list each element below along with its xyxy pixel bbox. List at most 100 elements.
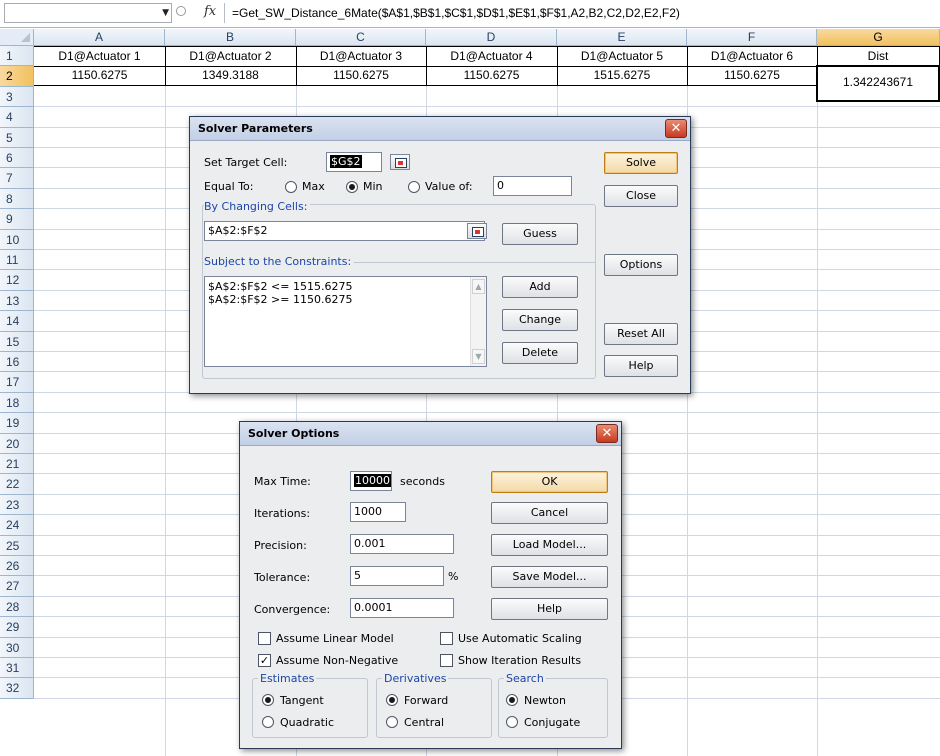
assume-linear-model-checkbox[interactable]	[258, 632, 271, 645]
cell-f2[interactable]: 1150.6275	[687, 66, 818, 86]
row-header-6[interactable]: 6	[0, 148, 34, 168]
collapse-dialog-icon[interactable]	[390, 154, 410, 170]
cell-d1[interactable]: D1@Actuator 4	[426, 46, 558, 67]
cell-e2[interactable]: 1515.6275	[557, 66, 688, 86]
cell-c1[interactable]: D1@Actuator 3	[296, 46, 427, 67]
dialog-titlebar[interactable]: Solver Parameters ✕	[190, 117, 690, 141]
list-item[interactable]: $A$2:$F$2 >= 1150.6275	[208, 293, 352, 306]
convergence-input[interactable]: 0.0001	[350, 598, 454, 618]
row-header-31[interactable]: 31	[0, 658, 34, 678]
formula-input[interactable]: =Get_SW_Distance_6Mate($A$1,$B$1,$C$1,$D…	[232, 6, 680, 20]
show-iteration-results-checkbox[interactable]	[440, 654, 453, 667]
conjugate-radio[interactable]	[506, 716, 518, 728]
row-header-14[interactable]: 14	[0, 311, 34, 332]
row-header-32[interactable]: 32	[0, 678, 34, 699]
select-all-corner[interactable]	[0, 29, 34, 46]
cell-g1[interactable]: Dist	[817, 46, 940, 67]
cell-e1[interactable]: D1@Actuator 5	[557, 46, 688, 67]
row-header-11[interactable]: 11	[0, 250, 34, 270]
cancel-button[interactable]: Cancel	[491, 502, 608, 524]
close-button[interactable]: Close	[604, 185, 678, 207]
scroll-up-icon[interactable]: ▲	[472, 279, 485, 294]
row-header-25[interactable]: 25	[0, 536, 34, 556]
row-header-16[interactable]: 16	[0, 352, 34, 372]
close-icon[interactable]: ✕	[665, 119, 687, 138]
cell-g2-active[interactable]: 1.342243671	[816, 65, 940, 102]
row-header-29[interactable]: 29	[0, 617, 34, 638]
max-time-input[interactable]: 10000	[350, 471, 392, 491]
column-header-a[interactable]: A	[34, 29, 165, 46]
scroll-down-icon[interactable]: ▼	[472, 349, 485, 364]
row-header-15[interactable]: 15	[0, 332, 34, 352]
row-header-3[interactable]: 3	[0, 87, 34, 107]
row-header-10[interactable]: 10	[0, 230, 34, 250]
cell-f1[interactable]: D1@Actuator 6	[687, 46, 818, 67]
max-radio[interactable]	[285, 181, 297, 193]
row-header-23[interactable]: 23	[0, 495, 34, 515]
dialog-titlebar[interactable]: Solver Options ✕	[240, 422, 621, 446]
ok-button[interactable]: OK	[491, 471, 608, 493]
row-header-30[interactable]: 30	[0, 638, 34, 658]
cell-a2[interactable]: 1150.6275	[34, 66, 166, 86]
solve-button[interactable]: Solve	[604, 152, 678, 174]
row-header-26[interactable]: 26	[0, 556, 34, 576]
value-of-input[interactable]: 0	[493, 176, 572, 196]
central-radio[interactable]	[386, 716, 398, 728]
save-model-button[interactable]: Save Model...	[491, 566, 608, 588]
column-header-d[interactable]: D	[426, 29, 557, 46]
tangent-radio[interactable]	[262, 694, 274, 706]
quadratic-radio[interactable]	[262, 716, 274, 728]
row-header-17[interactable]: 17	[0, 372, 34, 393]
column-header-c[interactable]: C	[296, 29, 426, 46]
close-icon[interactable]: ✕	[596, 424, 618, 443]
row-header-12[interactable]: 12	[0, 270, 34, 291]
row-header-7[interactable]: 7	[0, 168, 34, 189]
options-button[interactable]: Options	[604, 254, 678, 276]
row-header-18[interactable]: 18	[0, 393, 34, 413]
cell-d2[interactable]: 1150.6275	[426, 66, 558, 86]
newton-radio[interactable]	[506, 694, 518, 706]
help-button[interactable]: Help	[604, 355, 678, 377]
row-header-1[interactable]: 1	[0, 46, 34, 66]
cell-a1[interactable]: D1@Actuator 1	[34, 46, 166, 67]
row-header-13[interactable]: 13	[0, 291, 34, 311]
cell-b1[interactable]: D1@Actuator 2	[165, 46, 297, 67]
row-header-21[interactable]: 21	[0, 454, 34, 474]
row-header-2[interactable]: 2	[0, 66, 34, 87]
load-model-button[interactable]: Load Model...	[491, 534, 608, 556]
row-header-27[interactable]: 27	[0, 576, 34, 597]
column-header-g[interactable]: G	[817, 29, 940, 46]
delete-button[interactable]: Delete	[502, 342, 578, 364]
expand-icon[interactable]	[176, 6, 186, 16]
iterations-input[interactable]: 1000	[350, 502, 406, 522]
row-header-28[interactable]: 28	[0, 597, 34, 617]
name-box[interactable]: ▼	[4, 3, 172, 23]
add-button[interactable]: Add	[502, 276, 578, 298]
row-header-20[interactable]: 20	[0, 434, 34, 454]
reset-all-button[interactable]: Reset All	[604, 323, 678, 345]
change-button[interactable]: Change	[502, 309, 578, 331]
use-automatic-scaling-checkbox[interactable]	[440, 632, 453, 645]
row-header-9[interactable]: 9	[0, 209, 34, 230]
target-cell-input[interactable]: $G$2	[326, 152, 382, 172]
changing-cells-input[interactable]: $A$2:$F$2	[204, 221, 485, 241]
row-header-8[interactable]: 8	[0, 189, 34, 209]
constraints-list[interactable]: $A$2:$F$2 <= 1515.6275 $A$2:$F$2 >= 1150…	[204, 276, 487, 367]
row-header-19[interactable]: 19	[0, 413, 34, 434]
value-of-radio[interactable]	[408, 181, 420, 193]
row-header-5[interactable]: 5	[0, 128, 34, 148]
row-header-24[interactable]: 24	[0, 515, 34, 536]
column-header-f[interactable]: F	[687, 29, 817, 46]
help-button[interactable]: Help	[491, 598, 608, 620]
forward-radio[interactable]	[386, 694, 398, 706]
tolerance-input[interactable]: 5	[350, 566, 444, 586]
chevron-down-icon[interactable]: ▼	[162, 8, 169, 18]
cell-c2[interactable]: 1150.6275	[296, 66, 427, 86]
column-header-b[interactable]: B	[165, 29, 296, 46]
insert-function-icon[interactable]: fx	[204, 4, 216, 19]
list-item[interactable]: $A$2:$F$2 <= 1515.6275	[208, 280, 352, 293]
min-radio[interactable]	[346, 181, 358, 193]
row-header-22[interactable]: 22	[0, 474, 34, 495]
collapse-dialog-icon[interactable]	[467, 223, 487, 239]
assume-non-negative-checkbox[interactable]: ✓	[258, 654, 271, 667]
